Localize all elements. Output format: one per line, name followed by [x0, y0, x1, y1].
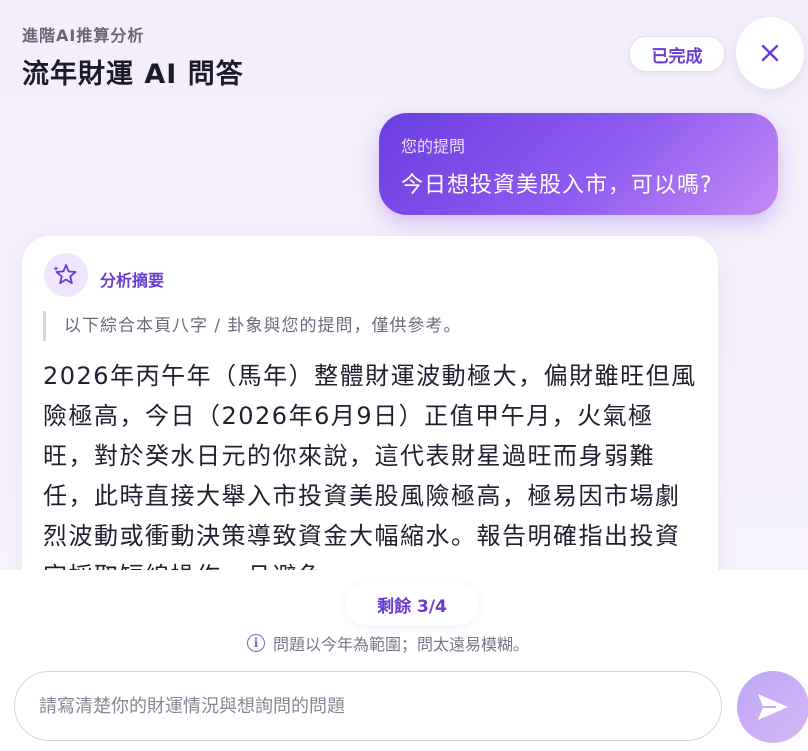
answer-text: 2026年丙午年（馬年）整體財運波動極大，偏財雖旺但風險極高，今日（2026年6… — [43, 362, 697, 590]
remaining-count-badge: 剩餘 3/4 — [345, 583, 479, 625]
close-icon — [761, 44, 779, 62]
scope-hint-text: 問題以今年為範圍；問太遠易模糊。 — [273, 635, 530, 654]
scope-hint: i 問題以今年為範圍；問太遠易模糊。 — [247, 631, 529, 655]
send-icon — [758, 694, 788, 720]
question-bubble: 您的提問 今日想投資美股入市，可以嗎? — [379, 113, 778, 215]
page-title: 流年財運 AI 問答 — [22, 59, 244, 90]
page-subtitle: 進階AI推算分析 — [22, 26, 145, 45]
question-input[interactable] — [14, 671, 722, 741]
disclaimer-note: 以下綜合本頁八字 / 卦象與您的提問，僅供參考。 — [43, 311, 462, 341]
sparkle-star-icon — [53, 264, 77, 285]
close-button[interactable] — [736, 17, 804, 89]
ai-avatar — [44, 253, 88, 297]
status-badge: 已完成 — [629, 36, 725, 72]
header: 進階AI推算分析 流年財運 AI 問答 — [22, 22, 244, 91]
info-icon: i — [247, 634, 265, 652]
question-text: 今日想投資美股入市，可以嗎? — [401, 173, 713, 198]
question-label: 您的提問 — [401, 137, 466, 156]
summary-label: 分析摘要 — [100, 271, 165, 290]
send-button[interactable] — [737, 671, 808, 743]
